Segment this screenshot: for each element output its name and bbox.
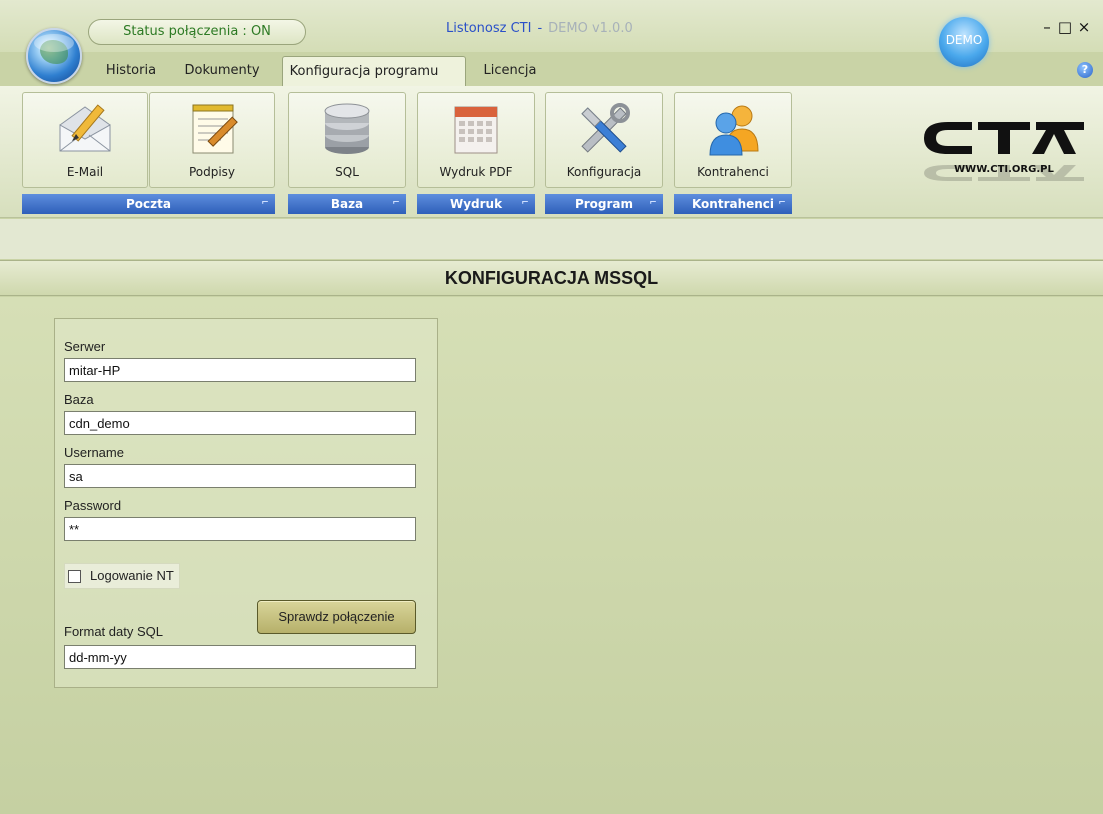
signatures-button-label: Podpisy (188, 165, 236, 179)
app-menu-globe-icon[interactable] (26, 28, 82, 84)
group-baza-label: Baza (330, 197, 364, 211)
dialog-launcher-icon[interactable]: ⌐ (259, 197, 271, 209)
database-icon (324, 103, 370, 154)
ribbon: E-Mail Podpisy SQL Wydruk PDF Konfigurac… (0, 86, 1103, 218)
group-poczta-label: Poczta (126, 197, 171, 211)
help-icon[interactable]: ? (1077, 62, 1093, 78)
app-version: DEMO v1.0.0 (548, 21, 633, 36)
group-program: Program ⌐ (545, 194, 663, 214)
signatures-button[interactable]: Podpisy (149, 92, 275, 188)
demo-badge: DEMO (939, 17, 989, 67)
password-input[interactable] (64, 517, 416, 541)
configuration-button[interactable]: Konfiguracja (545, 92, 663, 188)
dialog-launcher-icon[interactable]: ⌐ (519, 197, 531, 209)
contractors-button-label: Kontrahenci (697, 165, 769, 179)
group-wydruk-label: Wydruk (449, 197, 503, 211)
signature-notepad-icon (192, 104, 238, 154)
date-format-input[interactable] (64, 645, 416, 669)
test-connection-button[interactable]: Sprawdz połączenie (257, 600, 416, 634)
group-wydruk: Wydruk ⌐ (417, 194, 535, 214)
pdf-print-button[interactable]: Wydruk PDF (417, 92, 535, 188)
group-baza: Baza ⌐ (288, 194, 406, 214)
minimize-button[interactable]: – (1038, 18, 1056, 36)
email-button-label: E-Mail (66, 165, 104, 179)
username-label: Username (64, 445, 124, 460)
connection-status: Status połączenia : ON (88, 19, 306, 45)
ribbon-spacer (0, 219, 1103, 259)
calendar-pdf-icon (454, 106, 498, 154)
tab-licencja[interactable]: Licencja (476, 56, 544, 86)
email-icon (59, 104, 111, 152)
email-button[interactable]: E-Mail (22, 92, 148, 188)
tools-icon (581, 103, 630, 153)
cti-logo: WWW.CTI.ORG.PL (924, 122, 1084, 181)
group-kontrahenci: Kontrahenci ⌐ (674, 194, 792, 214)
dialog-launcher-icon[interactable]: ⌐ (390, 197, 402, 209)
nt-login-checkbox[interactable] (68, 570, 81, 583)
maximize-button[interactable]: □ (1056, 18, 1074, 36)
dialog-launcher-icon[interactable]: ⌐ (776, 197, 788, 209)
dialog-launcher-icon[interactable]: ⌐ (647, 197, 659, 209)
title-separator: - (537, 21, 543, 36)
tab-historia[interactable]: Historia (92, 56, 170, 86)
nt-login-label[interactable]: Logowanie NT (90, 568, 174, 583)
configuration-button-label: Konfiguracja (566, 165, 642, 179)
page-title: KONFIGURACJA MSSQL (0, 260, 1103, 296)
server-label: Serwer (64, 339, 106, 354)
database-label: Baza (64, 392, 94, 407)
group-kontrahenci-label: Kontrahenci (691, 197, 775, 211)
sql-button-label: SQL (335, 165, 359, 179)
close-button[interactable]: × (1075, 18, 1093, 36)
contacts-icon (709, 105, 759, 156)
database-input[interactable] (64, 411, 416, 435)
password-label: Password (64, 498, 122, 513)
contractors-button[interactable]: Kontrahenci (674, 92, 792, 188)
pdf-print-button-label: Wydruk PDF (439, 165, 513, 179)
sql-button[interactable]: SQL (288, 92, 406, 188)
tab-konfiguracja-programu[interactable]: Konfiguracja programu (282, 56, 466, 86)
username-input[interactable] (64, 464, 416, 488)
app-name: Listonosz CTI (446, 21, 532, 36)
tab-dokumenty[interactable]: Dokumenty (174, 56, 270, 86)
window-title: Listonosz CTI - DEMO v1.0.0 (446, 21, 633, 36)
group-poczta: Poczta ⌐ (22, 194, 275, 214)
title-bar: Status połączenia : ON Listonosz CTI - DEM… (0, 0, 1103, 67)
date-format-label: Format daty SQL (64, 624, 163, 639)
server-input[interactable] (64, 358, 416, 382)
group-program-label: Program (574, 197, 634, 211)
